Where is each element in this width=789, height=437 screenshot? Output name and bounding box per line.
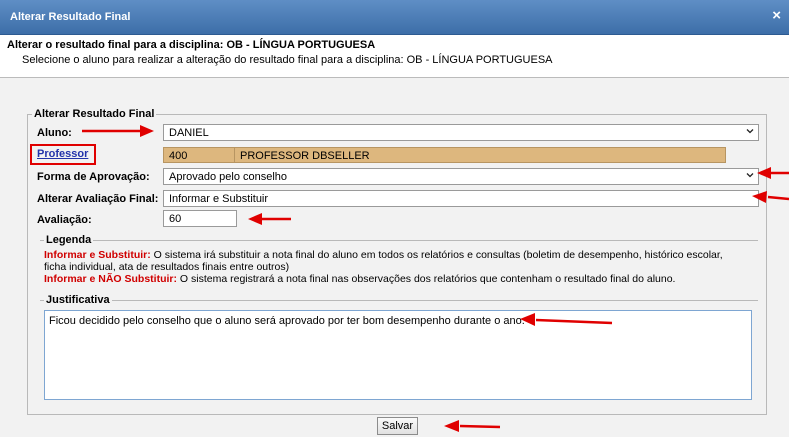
annotation-arrows xyxy=(82,125,789,432)
arrow-left-icon xyxy=(520,313,613,326)
arrow-right-icon xyxy=(82,125,154,137)
arrow-left-icon xyxy=(757,167,789,179)
arrow-left-icon xyxy=(752,191,789,203)
arrow-left-icon xyxy=(248,213,291,225)
arrow-left-icon xyxy=(444,420,501,432)
